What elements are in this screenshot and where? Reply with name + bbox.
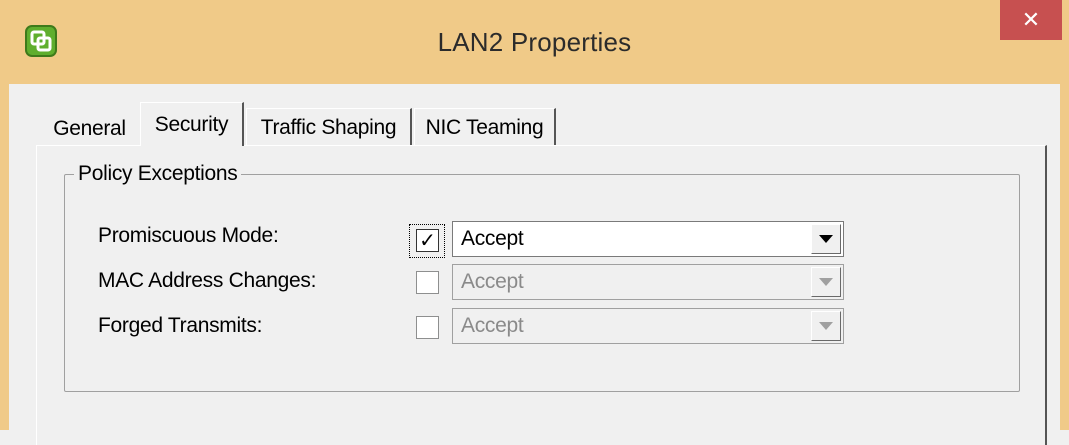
window-frame-right: [1060, 84, 1069, 430]
select-value: Accept: [461, 270, 524, 293]
forged-transmits-checkbox[interactable]: [416, 316, 439, 339]
group-title: Policy Exceptions: [74, 162, 242, 186]
lan2-properties-dialog: LAN2 Properties ✕ General Security Traff…: [0, 0, 1069, 445]
dropdown-button[interactable]: [811, 224, 841, 254]
forged-transmits-select[interactable]: Accept: [452, 308, 844, 344]
checkmark-icon: ✓: [419, 229, 436, 252]
tab-nic-teaming[interactable]: NIC Teaming: [414, 108, 556, 146]
dropdown-button[interactable]: [811, 267, 841, 297]
window-frame-left: [0, 84, 9, 430]
chevron-down-icon: [819, 234, 833, 243]
chevron-down-icon: [819, 277, 833, 286]
promiscuous-mode-label: Promiscuous Mode:: [98, 224, 279, 247]
dropdown-button[interactable]: [811, 311, 841, 341]
close-button[interactable]: ✕: [1000, 0, 1062, 40]
promiscuous-mode-checkbox[interactable]: ✓: [416, 229, 439, 252]
tab-traffic-shaping[interactable]: Traffic Shaping: [246, 108, 412, 146]
forged-transmits-label: Forged Transmits:: [98, 314, 263, 337]
close-icon: ✕: [1021, 7, 1041, 32]
chevron-down-icon: [819, 321, 833, 330]
select-value: Accept: [461, 314, 524, 337]
tab-security[interactable]: Security: [140, 102, 244, 146]
window-title: LAN2 Properties: [437, 27, 632, 57]
mac-address-changes-select[interactable]: Accept: [452, 264, 844, 300]
title-bar[interactable]: LAN2 Properties ✕: [0, 0, 1069, 84]
tab-general[interactable]: General: [43, 111, 136, 147]
mac-address-changes-label: MAC Address Changes:: [98, 269, 317, 292]
promiscuous-mode-select[interactable]: Accept: [452, 221, 844, 257]
mac-address-changes-checkbox[interactable]: [416, 271, 439, 294]
select-value: Accept: [461, 227, 524, 250]
